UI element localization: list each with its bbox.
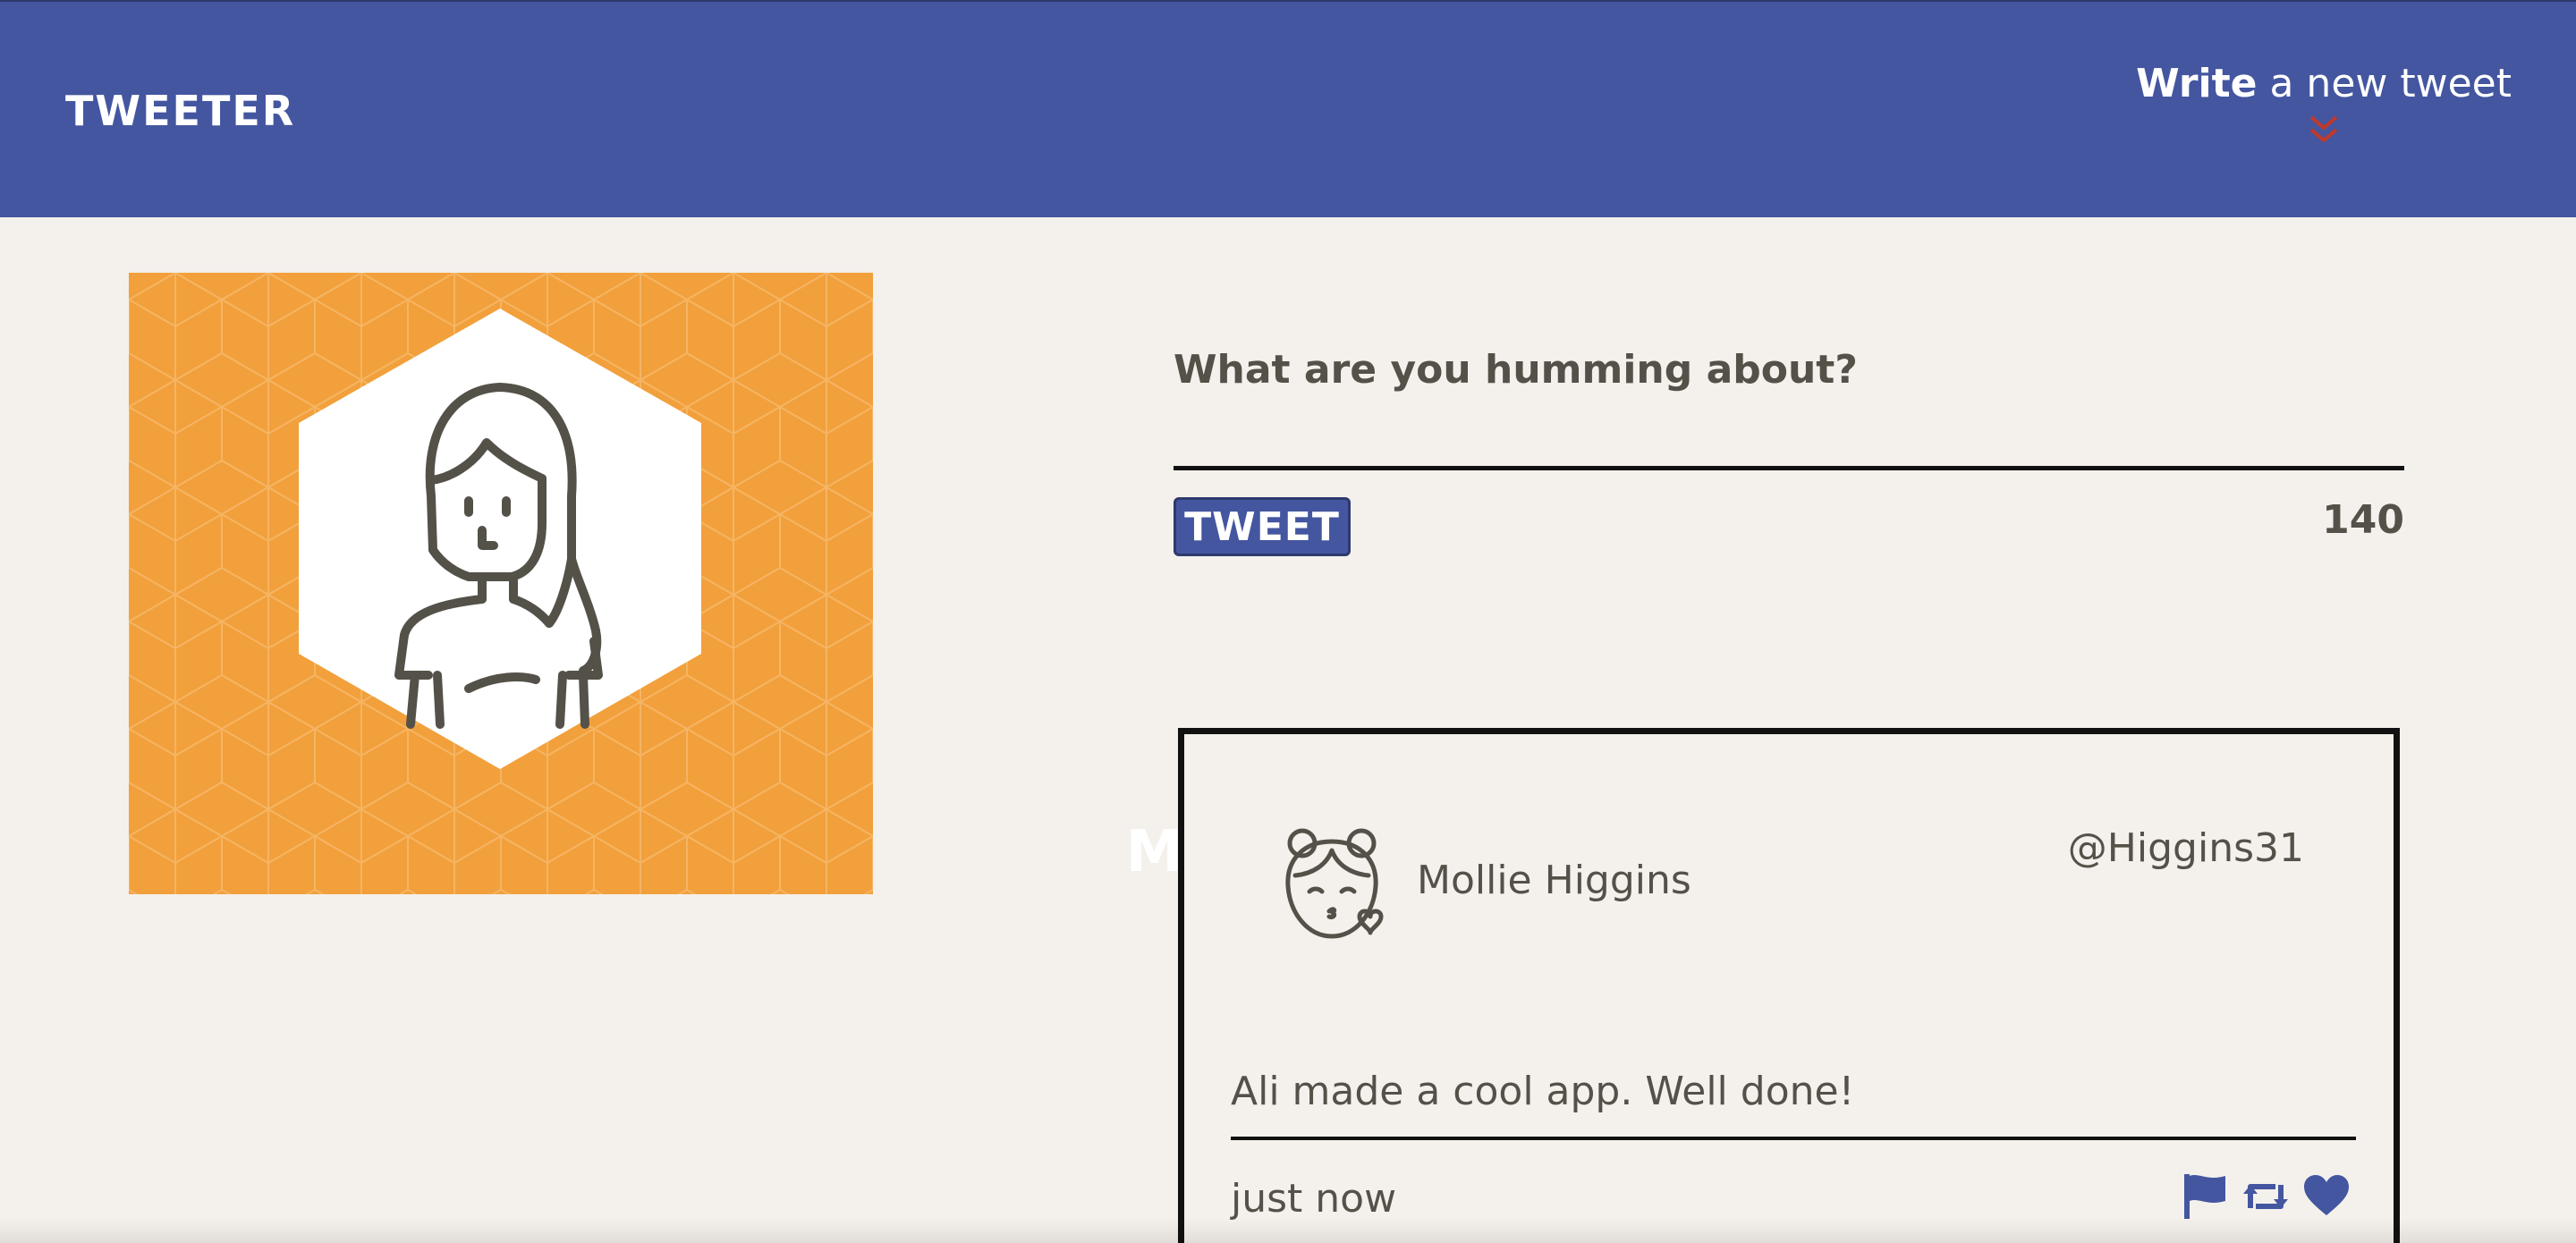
tweet-button[interactable]: TWEET bbox=[1174, 497, 1351, 556]
retweet-icon[interactable] bbox=[2241, 1172, 2290, 1221]
top-nav: TWEETER Write a new tweet bbox=[0, 0, 2576, 217]
compose-toggle-bold: Write bbox=[2136, 61, 2258, 106]
profile-card bbox=[129, 273, 873, 894]
bottom-shadow bbox=[0, 1218, 2576, 1243]
profile-avatar bbox=[299, 309, 701, 769]
tweet-text: Ali made a cool app. Well done! bbox=[1231, 1069, 2356, 1140]
flag-icon[interactable] bbox=[2181, 1172, 2229, 1221]
write-tweet-toggle[interactable]: Write a new tweet bbox=[2136, 61, 2512, 148]
brand-logo[interactable]: TWEETER bbox=[65, 87, 295, 135]
tweet-card: Mollie Higgins @Higgins31 Ali made a coo… bbox=[1178, 728, 2400, 1243]
author-avatar bbox=[1285, 828, 1384, 939]
compose-prompt: What are you humming about? bbox=[1174, 347, 1858, 393]
character-counter: 140 bbox=[2322, 497, 2404, 543]
tweet-timestamp: just now bbox=[1231, 1176, 1397, 1222]
heart-icon[interactable] bbox=[2302, 1172, 2351, 1221]
tweet-author-name: Mollie Higgins bbox=[1417, 858, 1691, 903]
compose-toggle-label: a new tweet bbox=[2257, 61, 2512, 106]
tweet-author-handle: @Higgins31 bbox=[2067, 825, 2304, 871]
double-chevron-down-icon[interactable] bbox=[2306, 112, 2342, 148]
tweet-actions bbox=[2181, 1172, 2351, 1221]
tweet-input[interactable] bbox=[1174, 402, 2404, 470]
